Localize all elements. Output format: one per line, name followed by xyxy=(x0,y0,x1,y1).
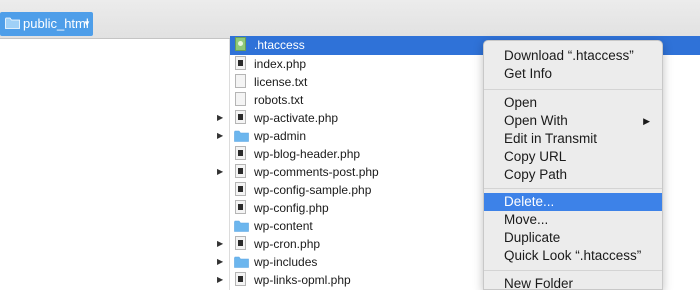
path-folder-name: public_html xyxy=(23,16,89,31)
php-file-icon xyxy=(234,272,248,288)
php-file-icon xyxy=(234,56,248,72)
expand-arrow-icon[interactable]: ▶ xyxy=(217,167,223,177)
file-name: wp-cron.php xyxy=(254,237,321,251)
file-name: robots.txt xyxy=(254,93,304,107)
expand-arrow-icon[interactable]: ▶ xyxy=(217,113,223,123)
folder-icon xyxy=(5,17,20,29)
file-name: license.txt xyxy=(254,75,308,89)
menu-item-download[interactable]: Download “.htaccess” xyxy=(484,47,662,65)
menu-separator xyxy=(484,188,662,189)
parent-column xyxy=(0,39,230,290)
file-name: wp-blog-header.php xyxy=(254,147,361,161)
file-name: wp-comments-post.php xyxy=(254,165,379,179)
menu-item-copy-url[interactable]: Copy URL xyxy=(484,148,662,166)
menu-item-edit-in-transmit[interactable]: Edit in Transmit xyxy=(484,130,662,148)
file-name: index.php xyxy=(254,57,307,71)
php-file-icon xyxy=(234,110,248,126)
menu-item-quick-look[interactable]: Quick Look “.htaccess” xyxy=(484,247,662,265)
file-name: wp-includes xyxy=(254,255,318,269)
text-file-icon xyxy=(234,92,248,108)
context-menu: Download “.htaccess” Get Info Open Open … xyxy=(483,40,663,290)
file-name: wp-activate.php xyxy=(254,111,339,125)
menu-separator xyxy=(484,270,662,271)
path-bar: public_html ▼ xyxy=(0,0,700,39)
expand-arrow-icon[interactable]: ▶ xyxy=(217,131,223,141)
file-name: wp-config-sample.php xyxy=(254,183,372,197)
expand-arrow-icon[interactable]: ▶ xyxy=(217,257,223,267)
menu-item-get-info[interactable]: Get Info xyxy=(484,65,662,83)
folder-icon xyxy=(234,254,249,270)
menu-item-open-with[interactable]: Open With ▶ xyxy=(484,112,662,130)
php-file-icon xyxy=(234,182,248,198)
expand-arrow-icon[interactable]: ▶ xyxy=(217,275,223,285)
file-name: wp-admin xyxy=(254,129,307,143)
php-file-icon xyxy=(234,146,248,162)
file-name: wp-config.php xyxy=(254,201,329,215)
menu-item-duplicate[interactable]: Duplicate xyxy=(484,229,662,247)
php-file-icon xyxy=(234,236,248,252)
php-file-icon xyxy=(234,164,248,180)
menu-item-open-with-label: Open With xyxy=(504,113,568,128)
path-folder-button[interactable]: public_html ▼ xyxy=(0,12,93,36)
menu-item-new-folder[interactable]: New Folder xyxy=(484,275,662,289)
file-name: wp-links-opml.php xyxy=(254,273,351,287)
text-file-icon xyxy=(234,74,248,90)
menu-item-open[interactable]: Open xyxy=(484,94,662,112)
menu-item-delete[interactable]: Delete... xyxy=(484,193,662,211)
chevron-down-icon[interactable]: ▼ xyxy=(83,18,91,30)
expand-arrow-icon[interactable]: ▶ xyxy=(217,239,223,249)
htaccess-file-icon xyxy=(234,37,248,53)
folder-icon xyxy=(234,218,249,234)
submenu-arrow-icon: ▶ xyxy=(643,116,650,126)
menu-separator xyxy=(484,89,662,90)
php-file-icon xyxy=(234,200,248,216)
menu-item-copy-path[interactable]: Copy Path xyxy=(484,166,662,184)
file-name: wp-content xyxy=(254,219,313,233)
menu-item-move[interactable]: Move... xyxy=(484,211,662,229)
file-name: .htaccess xyxy=(254,38,305,52)
folder-icon xyxy=(234,128,249,144)
